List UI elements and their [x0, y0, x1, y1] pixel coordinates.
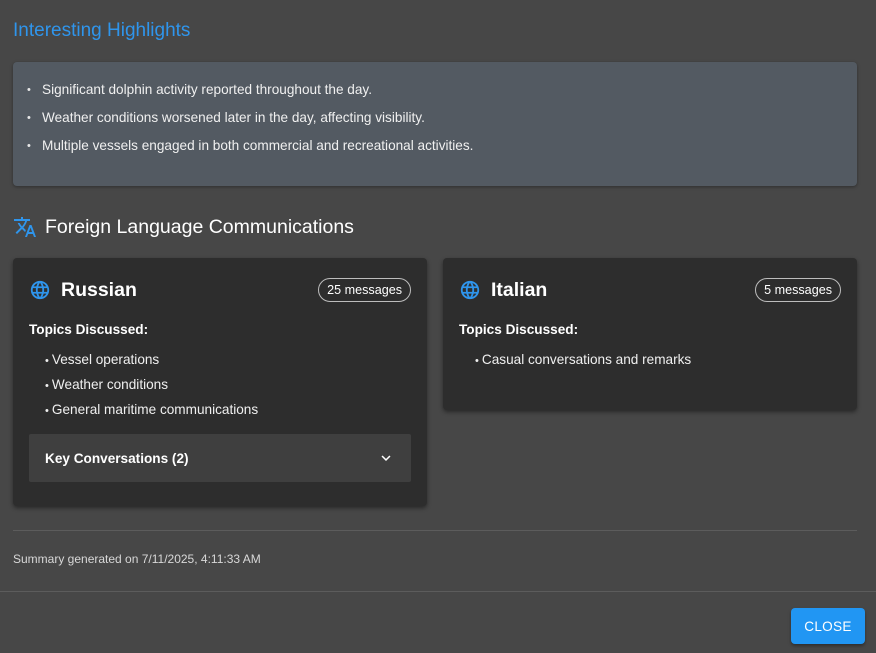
- topics-label: Topics Discussed:: [29, 322, 149, 337]
- topic-item: Weather conditions: [45, 373, 258, 398]
- topic-item: General maritime communications: [45, 398, 258, 423]
- summary-generated-timestamp: Summary generated on 7/11/2025, 4:11:33 …: [13, 552, 261, 566]
- chevron-down-icon[interactable]: [377, 449, 395, 467]
- message-count-badge: 25 messages: [318, 278, 411, 302]
- topic-item: Casual conversations and remarks: [475, 348, 691, 373]
- topic-list: Casual conversations and remarks: [475, 348, 691, 373]
- highlight-item: Multiple vessels engaged in both commerc…: [27, 132, 857, 160]
- language-name: Italian: [491, 278, 548, 301]
- topic-item: Vessel operations: [45, 348, 258, 373]
- language-card-header: Russian 25 messages: [29, 278, 411, 302]
- close-button[interactable]: CLOSE: [791, 608, 865, 644]
- key-conversations-label: Key Conversations (2): [45, 450, 189, 466]
- topics-label: Topics Discussed:: [459, 322, 579, 337]
- language-card-russian: Russian 25 messages Topics Discussed: Ve…: [13, 258, 427, 506]
- highlights-list: Significant dolphin activity reported th…: [13, 62, 857, 160]
- divider: [13, 530, 857, 531]
- language-name: Russian: [61, 278, 137, 301]
- highlight-item: Significant dolphin activity reported th…: [27, 76, 857, 104]
- language-card-italian: Italian 5 messages Topics Discussed: Cas…: [443, 258, 857, 410]
- globe-icon: [460, 280, 480, 300]
- language-card-header: Italian 5 messages: [459, 278, 841, 302]
- footer-divider: [0, 591, 876, 592]
- message-count-badge: 5 messages: [755, 278, 841, 302]
- topic-list: Vessel operations Weather conditions Gen…: [45, 348, 258, 423]
- globe-icon: [30, 280, 50, 300]
- highlight-item: Weather conditions worsened later in the…: [27, 104, 857, 132]
- highlights-box: Significant dolphin activity reported th…: [13, 62, 857, 186]
- key-conversations-accordion[interactable]: Key Conversations (2): [29, 434, 411, 482]
- foreign-language-header: Foreign Language Communications: [13, 212, 354, 242]
- foreign-language-title: Foreign Language Communications: [45, 215, 354, 238]
- translate-icon: [14, 217, 36, 237]
- highlights-title: Interesting Highlights: [13, 20, 191, 41]
